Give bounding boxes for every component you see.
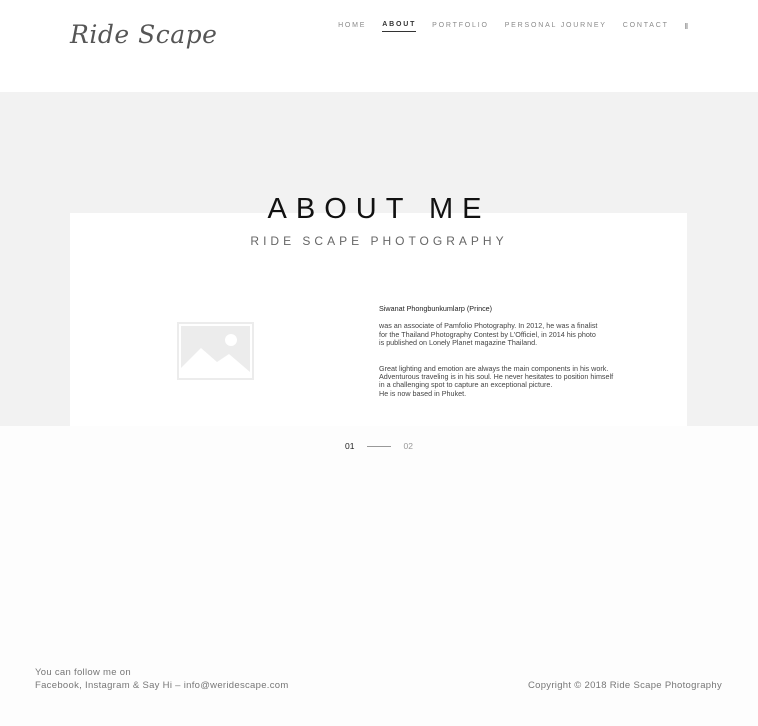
- bio-paragraph-1: was an associate of Pamfolio Photography…: [379, 321, 598, 348]
- image-placeholder-icon: [177, 322, 254, 380]
- bio-name: Siwanat Phongbunkumlarp (Prince): [379, 304, 493, 313]
- bio: Siwanat Phongbunkumlarp (Prince) was an …: [379, 304, 639, 415]
- slide-pager: 01 02: [345, 441, 413, 451]
- page-subtitle: RIDE SCAPE PHOTOGRAPHY: [250, 234, 508, 248]
- nav-item-portfolio[interactable]: PORTFOLIO: [432, 22, 489, 32]
- page-title: ABOUT ME: [267, 193, 491, 225]
- logo[interactable]: Ride Scape: [70, 20, 217, 49]
- footer-copyright: Copyright © 2018 Ride Scape Photography: [527, 680, 722, 691]
- site-header: Ride Scape HOME ABOUT PORTFOLIO PERSONAL…: [0, 0, 758, 92]
- footer-follow-line-1: You can follow me on: [35, 667, 131, 678]
- nav-item-contact[interactable]: CONTACT: [623, 22, 669, 32]
- pager-item-current[interactable]: 01: [345, 441, 354, 451]
- nav-item-personal-journey[interactable]: PERSONAL JOURNEY: [505, 22, 607, 32]
- main-nav: HOME ABOUT PORTFOLIO PERSONAL JOURNEY CO…: [322, 21, 688, 32]
- pager-divider: [367, 445, 392, 447]
- pager-item-next[interactable]: 02: [403, 441, 412, 451]
- nav-item-home[interactable]: HOME: [338, 22, 366, 32]
- menu-icon[interactable]: ǁ: [685, 22, 688, 31]
- bio-paragraph-2: Great lighting and emotion are always th…: [379, 363, 614, 398]
- nav-item-about[interactable]: ABOUT: [382, 21, 417, 32]
- footer-follow-line-2[interactable]: Facebook, Instagram & Say Hi – info@weri…: [35, 680, 289, 693]
- footer-follow: You can follow me on Facebook, Instagram…: [35, 667, 289, 692]
